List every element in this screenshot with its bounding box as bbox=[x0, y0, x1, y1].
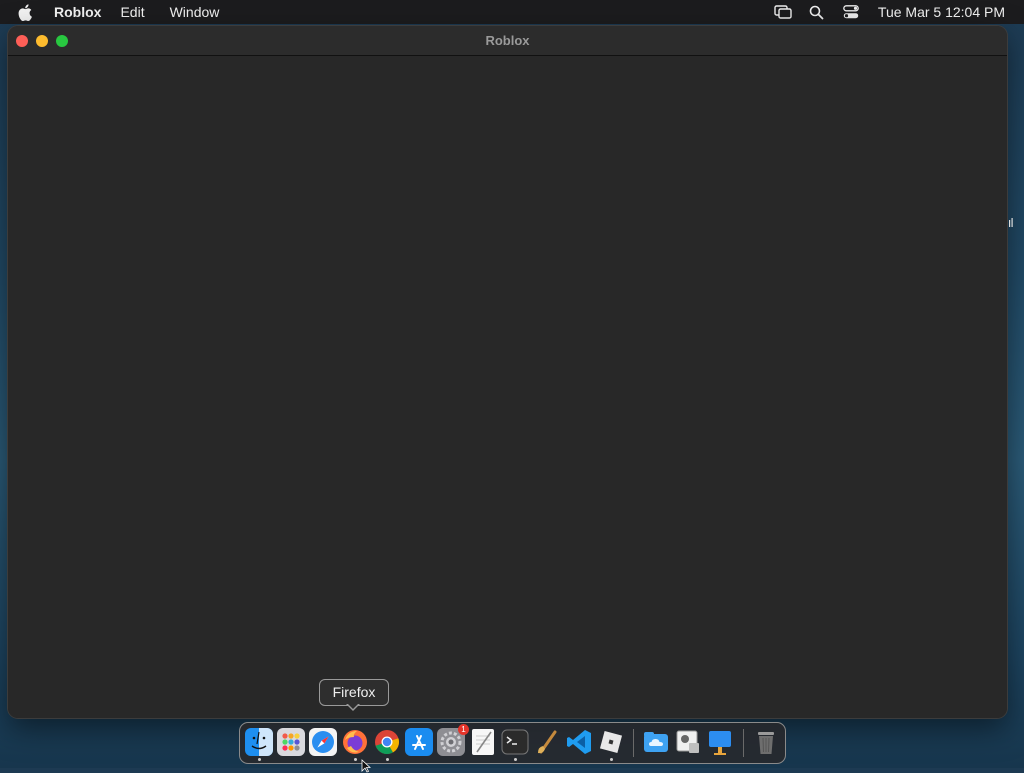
dock-tooltip-pointer bbox=[346, 703, 360, 711]
dock: 1 bbox=[239, 722, 786, 764]
icloud-folder-icon[interactable] bbox=[642, 728, 670, 756]
system-settings-icon[interactable]: 1 bbox=[437, 724, 469, 756]
textedit-icon[interactable] bbox=[469, 728, 497, 756]
menu-bar-clock[interactable]: Tue Mar 5 12:04 PM bbox=[878, 4, 1005, 20]
app-menu[interactable]: Roblox bbox=[54, 4, 101, 20]
terminal-running-dot bbox=[514, 758, 517, 761]
terminal-icon[interactable] bbox=[501, 728, 529, 756]
chrome-running-dot bbox=[386, 758, 389, 761]
finder-running-dot bbox=[258, 758, 261, 761]
chrome-icon[interactable] bbox=[373, 728, 401, 756]
roblox-studio-icon[interactable] bbox=[533, 728, 561, 756]
window-title: Roblox bbox=[485, 33, 530, 48]
roblox-window: Roblox bbox=[8, 26, 1007, 718]
firefox-icon[interactable] bbox=[341, 728, 369, 756]
launchpad-icon[interactable] bbox=[277, 728, 305, 756]
finder-icon[interactable] bbox=[245, 728, 273, 756]
trash-icon[interactable] bbox=[752, 728, 780, 756]
screen-mirroring-icon[interactable] bbox=[772, 3, 794, 21]
dock-tooltip: Firefox bbox=[319, 679, 389, 706]
roblox-running-dot bbox=[610, 758, 613, 761]
spotlight-search-icon[interactable] bbox=[806, 3, 828, 21]
apple-menu-icon[interactable] bbox=[18, 3, 34, 21]
edit-menu[interactable]: Edit bbox=[120, 4, 144, 20]
keynote-icon[interactable] bbox=[706, 728, 734, 756]
edge-handle-icon bbox=[1009, 218, 1013, 227]
window-menu[interactable]: Window bbox=[170, 4, 220, 20]
dock-separator-trash bbox=[743, 729, 744, 757]
menu-bar: Roblox Edit Window Tue Mar 5 12:04 PM bbox=[0, 0, 1024, 24]
firefox-running-dot bbox=[354, 758, 357, 761]
settings-notification-badge: 1 bbox=[458, 724, 469, 735]
app-store-icon[interactable] bbox=[405, 728, 433, 756]
window-content[interactable] bbox=[8, 56, 1007, 718]
mouse-cursor-icon bbox=[361, 759, 371, 773]
preview-icon[interactable] bbox=[674, 728, 702, 756]
dock-separator bbox=[633, 729, 634, 757]
control-center-icon[interactable] bbox=[840, 3, 862, 21]
vscode-icon[interactable] bbox=[565, 728, 593, 756]
window-title-bar[interactable]: Roblox bbox=[8, 26, 1007, 56]
safari-icon[interactable] bbox=[309, 728, 337, 756]
roblox-icon[interactable] bbox=[597, 728, 625, 756]
